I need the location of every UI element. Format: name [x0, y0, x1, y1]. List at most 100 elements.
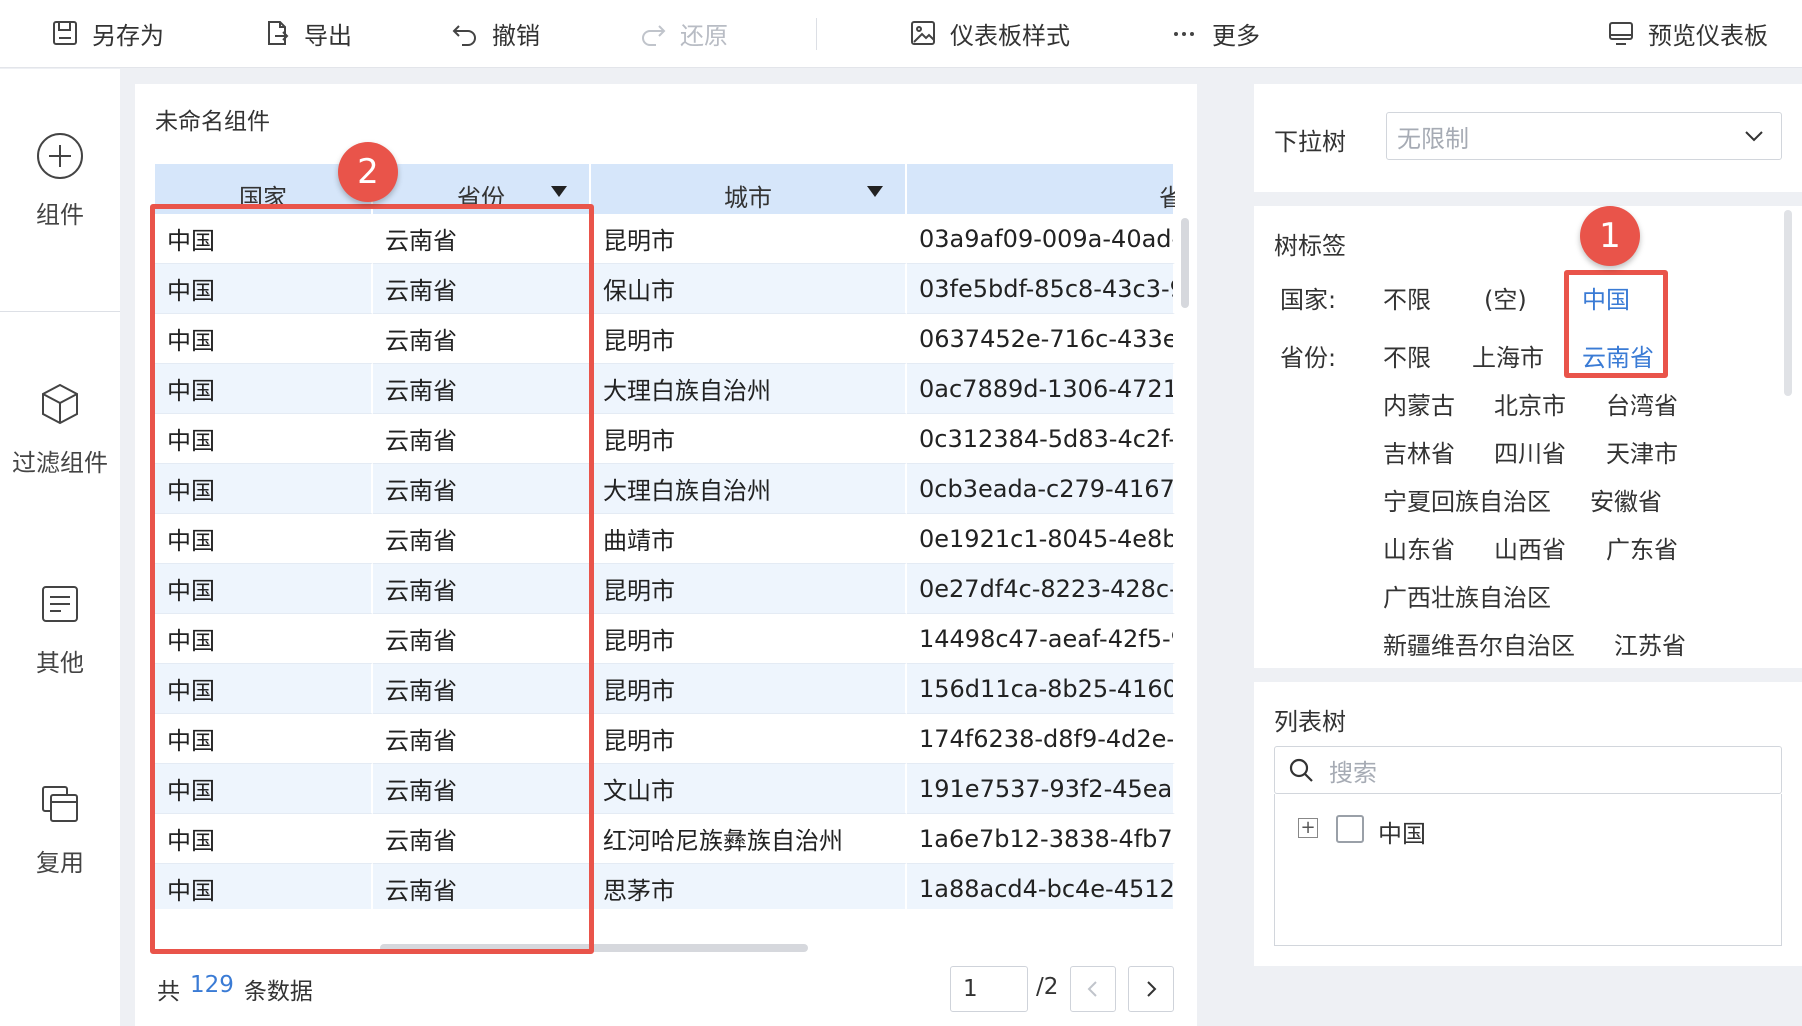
- cell-id: 0c312384-5d83-4c2f-8: [907, 414, 1175, 464]
- record-count-number: 129: [190, 972, 234, 998]
- column-header-city[interactable]: 城市: [591, 164, 907, 214]
- more-dots-icon: [1174, 32, 1194, 36]
- floppy-disk-icon: [53, 21, 77, 45]
- cell-id: 14498c47-aeaf-42f5-9: [907, 614, 1175, 664]
- sidebar-item-label: 其他: [36, 649, 84, 677]
- sidebar-item-reuse[interactable]: 复用: [0, 779, 120, 878]
- cell-city: 昆明市: [591, 714, 907, 764]
- record-count-prefix: 共: [157, 979, 180, 1005]
- chevron-right-icon: [1147, 981, 1157, 997]
- cell-city: 大理白族自治州: [591, 464, 907, 514]
- sort-dropdown-icon[interactable]: [867, 186, 883, 197]
- copy-icon: [42, 786, 78, 822]
- tag-province[interactable]: 江苏省: [1614, 626, 1686, 661]
- save-as-button[interactable]: 另存为: [50, 14, 164, 52]
- column-header-label: 省: [1159, 183, 1175, 212]
- chevron-left-icon: [1087, 981, 1097, 997]
- tag-province[interactable]: 北京市: [1494, 386, 1566, 421]
- cell-id: 191e7537-93f2-45ea-a: [907, 764, 1175, 814]
- tag-country-all[interactable]: 不限: [1383, 280, 1431, 315]
- province-filter-label: 省份:: [1280, 344, 1337, 372]
- sidebar-item-label: 复用: [36, 849, 84, 877]
- country-filter-label: 国家:: [1280, 286, 1337, 314]
- tree-node-checkbox[interactable]: [1336, 815, 1364, 843]
- page-number-input[interactable]: 1: [950, 966, 1028, 1012]
- more-button[interactable]: 更多: [1170, 14, 1260, 52]
- cell-city: 昆明市: [591, 314, 907, 364]
- cell-city: 昆明市: [591, 614, 907, 664]
- sort-dropdown-icon[interactable]: [551, 186, 567, 197]
- column-header-label: 城市: [724, 183, 772, 212]
- dropdown-tree-placeholder: 无限制: [1397, 124, 1469, 153]
- plus-circle-icon: [37, 133, 83, 179]
- tag-province[interactable]: 广东省: [1606, 530, 1678, 565]
- annotation-highlight-columns: [150, 204, 594, 954]
- tag-province[interactable]: 不限: [1383, 338, 1431, 373]
- annotation-badge-1: 1: [1580, 206, 1640, 266]
- tag-province[interactable]: 天津市: [1606, 434, 1678, 469]
- tree-tags-label: 树标签: [1274, 232, 1346, 260]
- cell-city: 昆明市: [591, 564, 907, 614]
- list-tree-label: 列表树: [1274, 708, 1346, 736]
- tag-province[interactable]: 山东省: [1383, 530, 1455, 565]
- cell-id: 0ac7889d-1306-4721-: [907, 364, 1175, 414]
- dropdown-tree-select[interactable]: 无限制: [1386, 112, 1782, 160]
- cell-id: 1a6e7b12-3838-4fb7-9: [907, 814, 1175, 864]
- sidebar-item-other[interactable]: 其他: [0, 579, 120, 678]
- tag-province[interactable]: 吉林省: [1383, 434, 1455, 469]
- sidebar-item-components[interactable]: 组件: [0, 131, 120, 230]
- undo-button[interactable]: 撤销: [450, 14, 540, 52]
- tag-province[interactable]: 四川省: [1494, 434, 1566, 469]
- tag-province[interactable]: 山西省: [1494, 530, 1566, 565]
- tag-province[interactable]: 台湾省: [1606, 386, 1678, 421]
- cell-id: 0637452e-716c-433e-l: [907, 314, 1175, 364]
- tag-country-empty[interactable]: (空): [1484, 280, 1527, 315]
- page-total: /2: [1036, 974, 1059, 1000]
- record-count-suffix: 条数据: [243, 979, 313, 1005]
- cell-id: 1a88acd4-bc4e-4512-8: [907, 864, 1175, 909]
- cell-city: 红河哈尼族彝族自治州: [591, 814, 907, 864]
- list-tree-search-input[interactable]: 搜索: [1274, 746, 1782, 794]
- undo-icon: [452, 25, 476, 46]
- tag-province[interactable]: 广西壮族自治区: [1383, 578, 1551, 613]
- cell-id: 0e27df4c-8223-428c-9: [907, 564, 1175, 614]
- tree-node-label: 中国: [1378, 820, 1426, 848]
- cell-id: 03fe5bdf-85c8-43c3-9: [907, 264, 1175, 314]
- column-header-id[interactable]: 省: [907, 164, 1175, 214]
- cell-city: 昆明市: [591, 664, 907, 714]
- vertical-scrollbar[interactable]: [1181, 218, 1189, 308]
- redo-icon: [642, 25, 666, 46]
- cell-city: 文山市: [591, 764, 907, 814]
- cube-icon: [42, 383, 78, 425]
- export-icon: [268, 21, 289, 45]
- search-placeholder: 搜索: [1329, 758, 1377, 787]
- export-button[interactable]: 导出: [262, 14, 352, 52]
- cell-city: 昆明市: [591, 214, 907, 264]
- prev-page-button[interactable]: [1070, 966, 1116, 1012]
- redo-button[interactable]: 还原: [638, 14, 728, 52]
- toolbar-divider: [816, 18, 817, 50]
- tag-province[interactable]: 新疆维吾尔自治区: [1383, 626, 1575, 661]
- sidebar-item-filter-components[interactable]: 过滤组件: [0, 379, 120, 478]
- annotation-badge-2: 2: [338, 142, 398, 202]
- cell-id: 156d11ca-8b25-4160-: [907, 664, 1175, 714]
- component-title: 未命名组件: [155, 109, 270, 135]
- cell-city: 曲靖市: [591, 514, 907, 564]
- cell-city: 大理白族自治州: [591, 364, 907, 414]
- chevron-down-icon: [1745, 131, 1763, 142]
- left-sidebar: 组件 过滤组件 其他 复用: [0, 69, 120, 1026]
- preview-dashboard-button[interactable]: 预览仪表板: [1606, 14, 1768, 52]
- tag-province[interactable]: 安徽省: [1590, 482, 1662, 517]
- expand-node-icon[interactable]: +: [1298, 818, 1318, 838]
- cell-id: 03a9af09-009a-40ad-a: [907, 214, 1175, 264]
- cell-city: 昆明市: [591, 414, 907, 464]
- tag-province[interactable]: 内蒙古: [1383, 386, 1455, 421]
- sidebar-item-label: 组件: [36, 201, 84, 229]
- document-icon: [42, 586, 78, 622]
- dashboard-style-button[interactable]: 仪表板样式: [908, 14, 1070, 52]
- tag-province[interactable]: 宁夏回族自治区: [1383, 482, 1551, 517]
- tree-tags-scrollbar[interactable]: [1784, 210, 1792, 396]
- tag-province[interactable]: 上海市: [1472, 338, 1544, 373]
- next-page-button[interactable]: [1128, 966, 1174, 1012]
- cell-city: 思茅市: [591, 864, 907, 909]
